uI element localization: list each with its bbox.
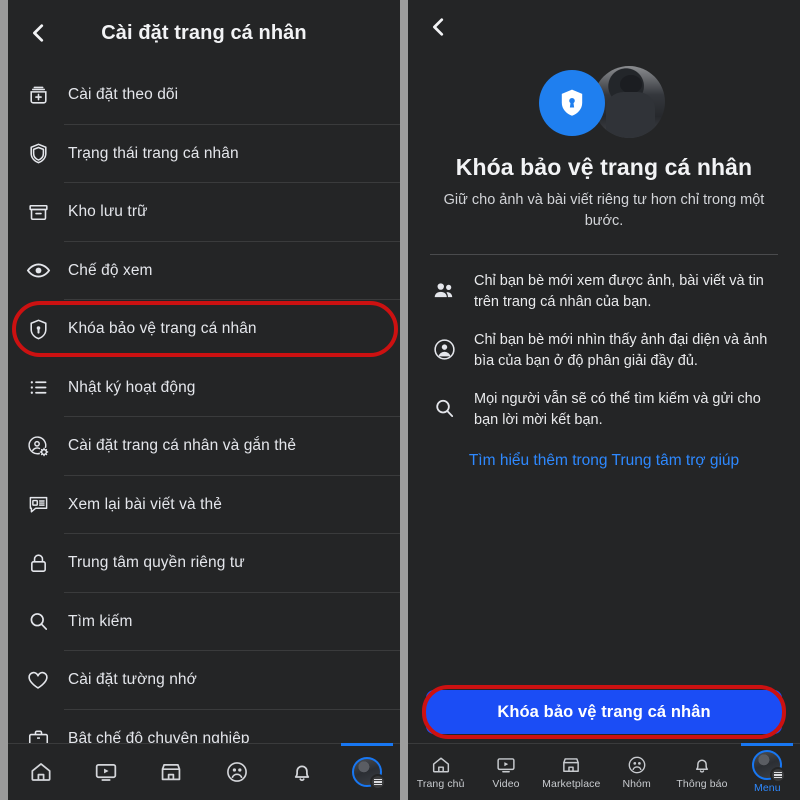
menu-avatar-icon	[752, 750, 787, 783]
feature-row: Chỉ bạn bè mới xem được ảnh, bài viết và…	[430, 271, 778, 313]
hero-title: Khóa bảo vệ trang cá nhân	[455, 154, 753, 180]
bottom-nav-right: Trang chủ Video Marketplace Nhóm Thông b…	[408, 743, 800, 800]
feature-row: Chỉ bạn bè mới nhìn thấy ảnh đại diện và…	[430, 330, 778, 372]
follow-settings-icon	[14, 83, 62, 108]
lock-profile-button[interactable]: Khóa bảo vệ trang cá nhân	[426, 690, 782, 734]
profile-lock-hero: Khóa bảo vệ trang cá nhân Giữ cho ảnh và…	[408, 54, 800, 231]
activity-log-icon	[14, 375, 62, 400]
menu-item-label: Trung tâm quyền riêng tư	[68, 554, 245, 572]
menu-item-label: Tìm kiếm	[68, 612, 133, 630]
search-icon	[430, 389, 458, 421]
shield-keyhole-icon	[539, 70, 605, 136]
friends-icon	[430, 271, 458, 303]
feature-row: Mọi người vẫn sẽ có thể tìm kiếm và gửi …	[430, 389, 778, 431]
left-panel-header: Cài đặt trang cá nhân	[8, 0, 400, 66]
heart-icon	[14, 667, 62, 693]
menu-item-view-as[interactable]: Chế độ xem	[8, 242, 400, 301]
nav-item-groups[interactable]: Nhóm	[604, 744, 669, 800]
help-center-link[interactable]: Tìm hiểu thêm trong Trung tâm trợ giúp	[430, 448, 778, 470]
hero-subtitle: Giữ cho ảnh và bài viết riêng tư hơn chỉ…	[443, 192, 765, 229]
search-icon	[14, 609, 62, 634]
menu-item-profile-status[interactable]: Trạng thái trang cá nhân	[8, 125, 400, 184]
nav-item-label: Trang chủ	[416, 778, 465, 790]
menu-item-label: Khóa bảo vệ trang cá nhân	[68, 320, 257, 338]
menu-item-privacy-center[interactable]: Trung tâm quyền riêng tư	[8, 534, 400, 593]
nav-item-notifications[interactable]	[269, 744, 334, 800]
menu-item-label: Kho lưu trữ	[68, 203, 148, 221]
nav-item-home[interactable]: Trang chủ	[408, 744, 473, 800]
menu-item-label: Nhật ký hoạt động	[68, 378, 196, 396]
menu-item-label: Xem lại bài viết và thẻ	[68, 495, 222, 513]
menu-item-label: Chế độ xem	[68, 261, 153, 279]
post-review-icon	[14, 492, 62, 517]
menu-item-profile-and-tagging[interactable]: Cài đặt trang cá nhân và gắn thẻ	[8, 417, 400, 476]
menu-item-label: Cài đặt theo dõi	[68, 86, 179, 104]
nav-item-marketplace[interactable]: Marketplace	[539, 744, 604, 800]
nav-item-label: Marketplace	[542, 778, 601, 790]
nav-item-menu[interactable]: Menu	[735, 743, 800, 800]
nav-item-video[interactable]: Video	[473, 744, 538, 800]
menu-item-follow-settings[interactable]: Cài đặt theo dõi	[8, 66, 400, 125]
left-panel-profile-settings: Cài đặt trang cá nhân Cài đặt theo dõi T…	[8, 0, 400, 800]
person-circle-icon	[430, 330, 458, 362]
page-title: Cài đặt trang cá nhân	[101, 21, 307, 44]
menu-item-label: Trạng thái trang cá nhân	[68, 144, 239, 162]
padlock-icon	[14, 551, 62, 576]
screenshot-root: Cài đặt trang cá nhân Cài đặt theo dõi T…	[0, 0, 800, 800]
feature-text: Mọi người vẫn sẽ có thể tìm kiếm và gửi …	[474, 391, 761, 429]
nav-item-notifications[interactable]: Thông báo	[669, 744, 734, 800]
menu-item-archive[interactable]: Kho lưu trữ	[8, 183, 400, 242]
nav-item-marketplace[interactable]	[139, 744, 204, 800]
cta-container: Khóa bảo vệ trang cá nhân	[408, 685, 800, 739]
chevron-left-icon[interactable]	[24, 18, 54, 48]
profile-gear-icon	[14, 434, 62, 459]
nav-item-label: Menu	[753, 782, 781, 794]
feature-text: Chỉ bạn bè mới xem được ảnh, bài viết và…	[474, 273, 764, 311]
right-panel-header	[408, 0, 800, 54]
nav-item-label: Nhóm	[622, 778, 651, 790]
nav-item-groups[interactable]	[204, 744, 269, 800]
feature-text: Chỉ bạn bè mới nhìn thấy ảnh đại diện và…	[474, 332, 768, 370]
menu-item-activity-log[interactable]: Nhật ký hoạt động	[8, 359, 400, 418]
bottom-nav-left	[8, 743, 400, 800]
shield-icon	[14, 141, 62, 166]
archive-box-icon	[14, 200, 62, 225]
menu-item-label: Cài đặt tường nhớ	[68, 671, 197, 689]
shield-lock-icon	[14, 317, 62, 342]
panel-divider	[400, 0, 408, 800]
nav-item-label: Thông báo	[676, 778, 728, 790]
right-panel-profile-lock: Khóa bảo vệ trang cá nhân Giữ cho ảnh và…	[408, 0, 800, 800]
hero-graphic	[529, 64, 679, 140]
eye-icon	[14, 257, 62, 284]
menu-item-post-review[interactable]: Xem lại bài viết và thẻ	[8, 476, 400, 535]
menu-item-profile-lock[interactable]: Khóa bảo vệ trang cá nhân	[8, 300, 400, 359]
menu-avatar-icon	[352, 757, 387, 790]
nav-item-label: Video	[492, 778, 520, 790]
menu-item-label: Cài đặt trang cá nhân và gắn thẻ	[68, 437, 297, 455]
menu-item-search[interactable]: Tìm kiếm	[8, 593, 400, 652]
profile-settings-menu: Cài đặt theo dõi Trạng thái trang cá nhâ…	[8, 66, 400, 784]
menu-item-memorial-settings[interactable]: Cài đặt tường nhớ	[8, 651, 400, 710]
chevron-left-icon[interactable]	[424, 12, 454, 42]
nav-item-home[interactable]	[8, 744, 73, 800]
nav-item-video[interactable]	[73, 744, 138, 800]
feature-list: Chỉ bạn bè mới xem được ảnh, bài viết và…	[408, 255, 800, 470]
nav-item-menu[interactable]	[335, 743, 400, 800]
